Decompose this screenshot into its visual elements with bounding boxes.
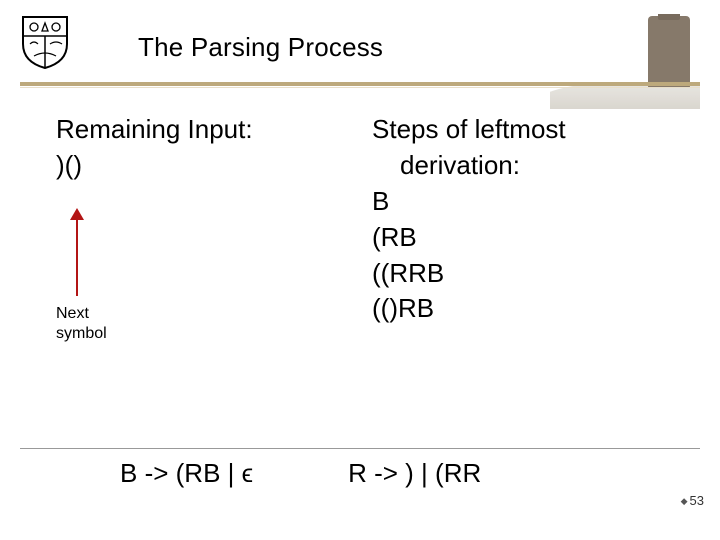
next-symbol-arrow: [70, 210, 100, 280]
grammar-row: B -> (RB | ϵ R -> ) | (RR: [20, 458, 700, 489]
left-column: Remaining Input: )(): [56, 112, 370, 458]
watermark-image: [550, 14, 700, 109]
arrow-line: [76, 210, 78, 296]
derivation-step: ((RRB: [372, 256, 684, 292]
derivation-step: B: [372, 184, 684, 220]
remaining-input-label: Remaining Input:: [56, 112, 370, 148]
footer-divider: [20, 448, 700, 449]
derivation-step: (RB: [372, 220, 684, 256]
steps-label-line1: Steps of leftmost: [372, 112, 684, 148]
derivation-step: (()RB: [372, 291, 684, 327]
page-number-value: 53: [690, 493, 704, 508]
university-logo: [20, 14, 70, 70]
grammar-rule-r: R -> ) | (RR: [348, 458, 481, 489]
body: Remaining Input: )() Steps of leftmost d…: [56, 112, 684, 458]
remaining-input-value: )(): [56, 148, 370, 184]
grammar-rule-b: B -> (RB | ϵ: [120, 458, 253, 489]
footer: B -> (RB | ϵ R -> ) | (RR: [20, 448, 700, 500]
slide: The Parsing Process Remaining Input: )()…: [0, 0, 720, 540]
slide-title: The Parsing Process: [138, 32, 383, 63]
page-number: ◆53: [681, 493, 704, 508]
shield-icon: [20, 14, 70, 70]
bullet-icon: ◆: [681, 496, 688, 506]
next-symbol-line2: symbol: [56, 325, 107, 342]
next-symbol-label: Next symbol: [56, 304, 107, 344]
next-symbol-line1: Next: [56, 305, 89, 322]
header: The Parsing Process: [0, 14, 720, 76]
right-column: Steps of leftmost derivation: B (RB ((RR…: [370, 112, 684, 458]
header-divider: [20, 82, 700, 88]
steps-label-line2: derivation:: [372, 148, 684, 184]
